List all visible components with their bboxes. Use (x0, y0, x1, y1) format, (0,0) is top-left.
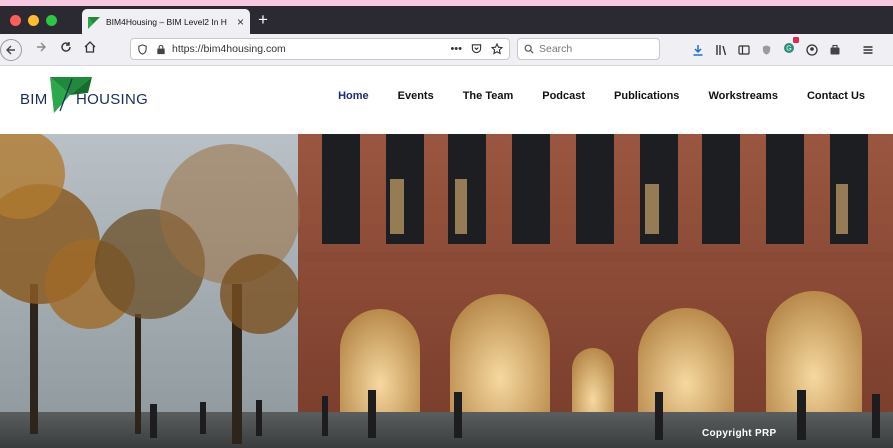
library-icon[interactable] (715, 44, 727, 56)
site-header: BIM HOUSING Home Events The Team Podcast… (0, 66, 893, 128)
download-icon[interactable] (692, 44, 704, 56)
lock-icon[interactable] (156, 44, 166, 55)
forward-button[interactable] (35, 41, 47, 55)
nav-the-team[interactable]: The Team (463, 90, 514, 102)
hero-illustration (0, 134, 893, 448)
hero-copyright: Copyright PRP (702, 428, 777, 439)
search-box[interactable]: Search (517, 38, 660, 60)
url-text[interactable]: https://bim4housing.com (172, 43, 450, 55)
browser-window: BIM4Housing – BIM Level2 In H × + https:… (0, 6, 893, 448)
container-icon[interactable] (829, 44, 841, 56)
minimize-window-button[interactable] (28, 14, 39, 26)
nav-publications[interactable]: Publications (614, 90, 679, 102)
browser-tab[interactable]: BIM4Housing – BIM Level2 In H × (82, 9, 250, 34)
svg-text:G: G (786, 46, 791, 53)
home-icon (84, 41, 96, 53)
back-button[interactable] (0, 38, 22, 61)
extension-badge (793, 37, 799, 43)
menu-icon[interactable] (862, 44, 874, 56)
pocket-icon[interactable] (471, 43, 482, 54)
account-icon[interactable] (806, 43, 818, 56)
extension-button[interactable]: G (783, 37, 799, 57)
extension-icon: G (784, 43, 794, 53)
favicon-icon (88, 16, 100, 29)
bookmark-star-icon[interactable] (491, 43, 503, 55)
tab-bar: BIM4Housing – BIM Level2 In H × + (0, 6, 893, 34)
tab-title: BIM4Housing – BIM Level2 In H (106, 16, 227, 27)
nav-events[interactable]: Events (398, 90, 434, 102)
nav-podcast[interactable]: Podcast (542, 90, 585, 102)
reload-icon (61, 42, 71, 52)
search-icon (524, 44, 534, 54)
new-tab-button[interactable]: + (258, 11, 268, 28)
maximize-window-button[interactable] (46, 14, 57, 26)
shield-icon[interactable] (137, 43, 148, 55)
nav-toolbar: https://bim4housing.com ••• Search G (0, 34, 893, 66)
page-actions-icon[interactable]: ••• (450, 43, 462, 55)
logo-text-bim: BIM (20, 91, 48, 108)
window-controls (0, 14, 80, 26)
hero-image: Copyright PRP (0, 134, 893, 448)
toolbar-icons: G (692, 37, 874, 57)
site-logo[interactable]: BIM HOUSING (20, 77, 149, 117)
shield-check-icon[interactable] (761, 44, 772, 56)
forward-icon (37, 42, 46, 52)
sidebar-icon[interactable] (738, 44, 750, 56)
site-nav: Home Events The Team Podcast Publication… (338, 90, 865, 102)
url-bar[interactable]: https://bim4housing.com ••• (130, 38, 510, 60)
nav-workstreams[interactable]: Workstreams (708, 90, 778, 102)
search-placeholder: Search (539, 43, 573, 55)
logo-text-housing: HOUSING (76, 91, 149, 108)
tab-close-icon[interactable]: × (237, 16, 244, 28)
back-icon (6, 45, 15, 54)
nav-contact-us[interactable]: Contact Us (807, 90, 865, 102)
close-window-button[interactable] (10, 14, 21, 26)
reload-button[interactable] (60, 41, 72, 55)
nav-home[interactable]: Home (338, 90, 369, 102)
home-button[interactable] (84, 41, 96, 55)
